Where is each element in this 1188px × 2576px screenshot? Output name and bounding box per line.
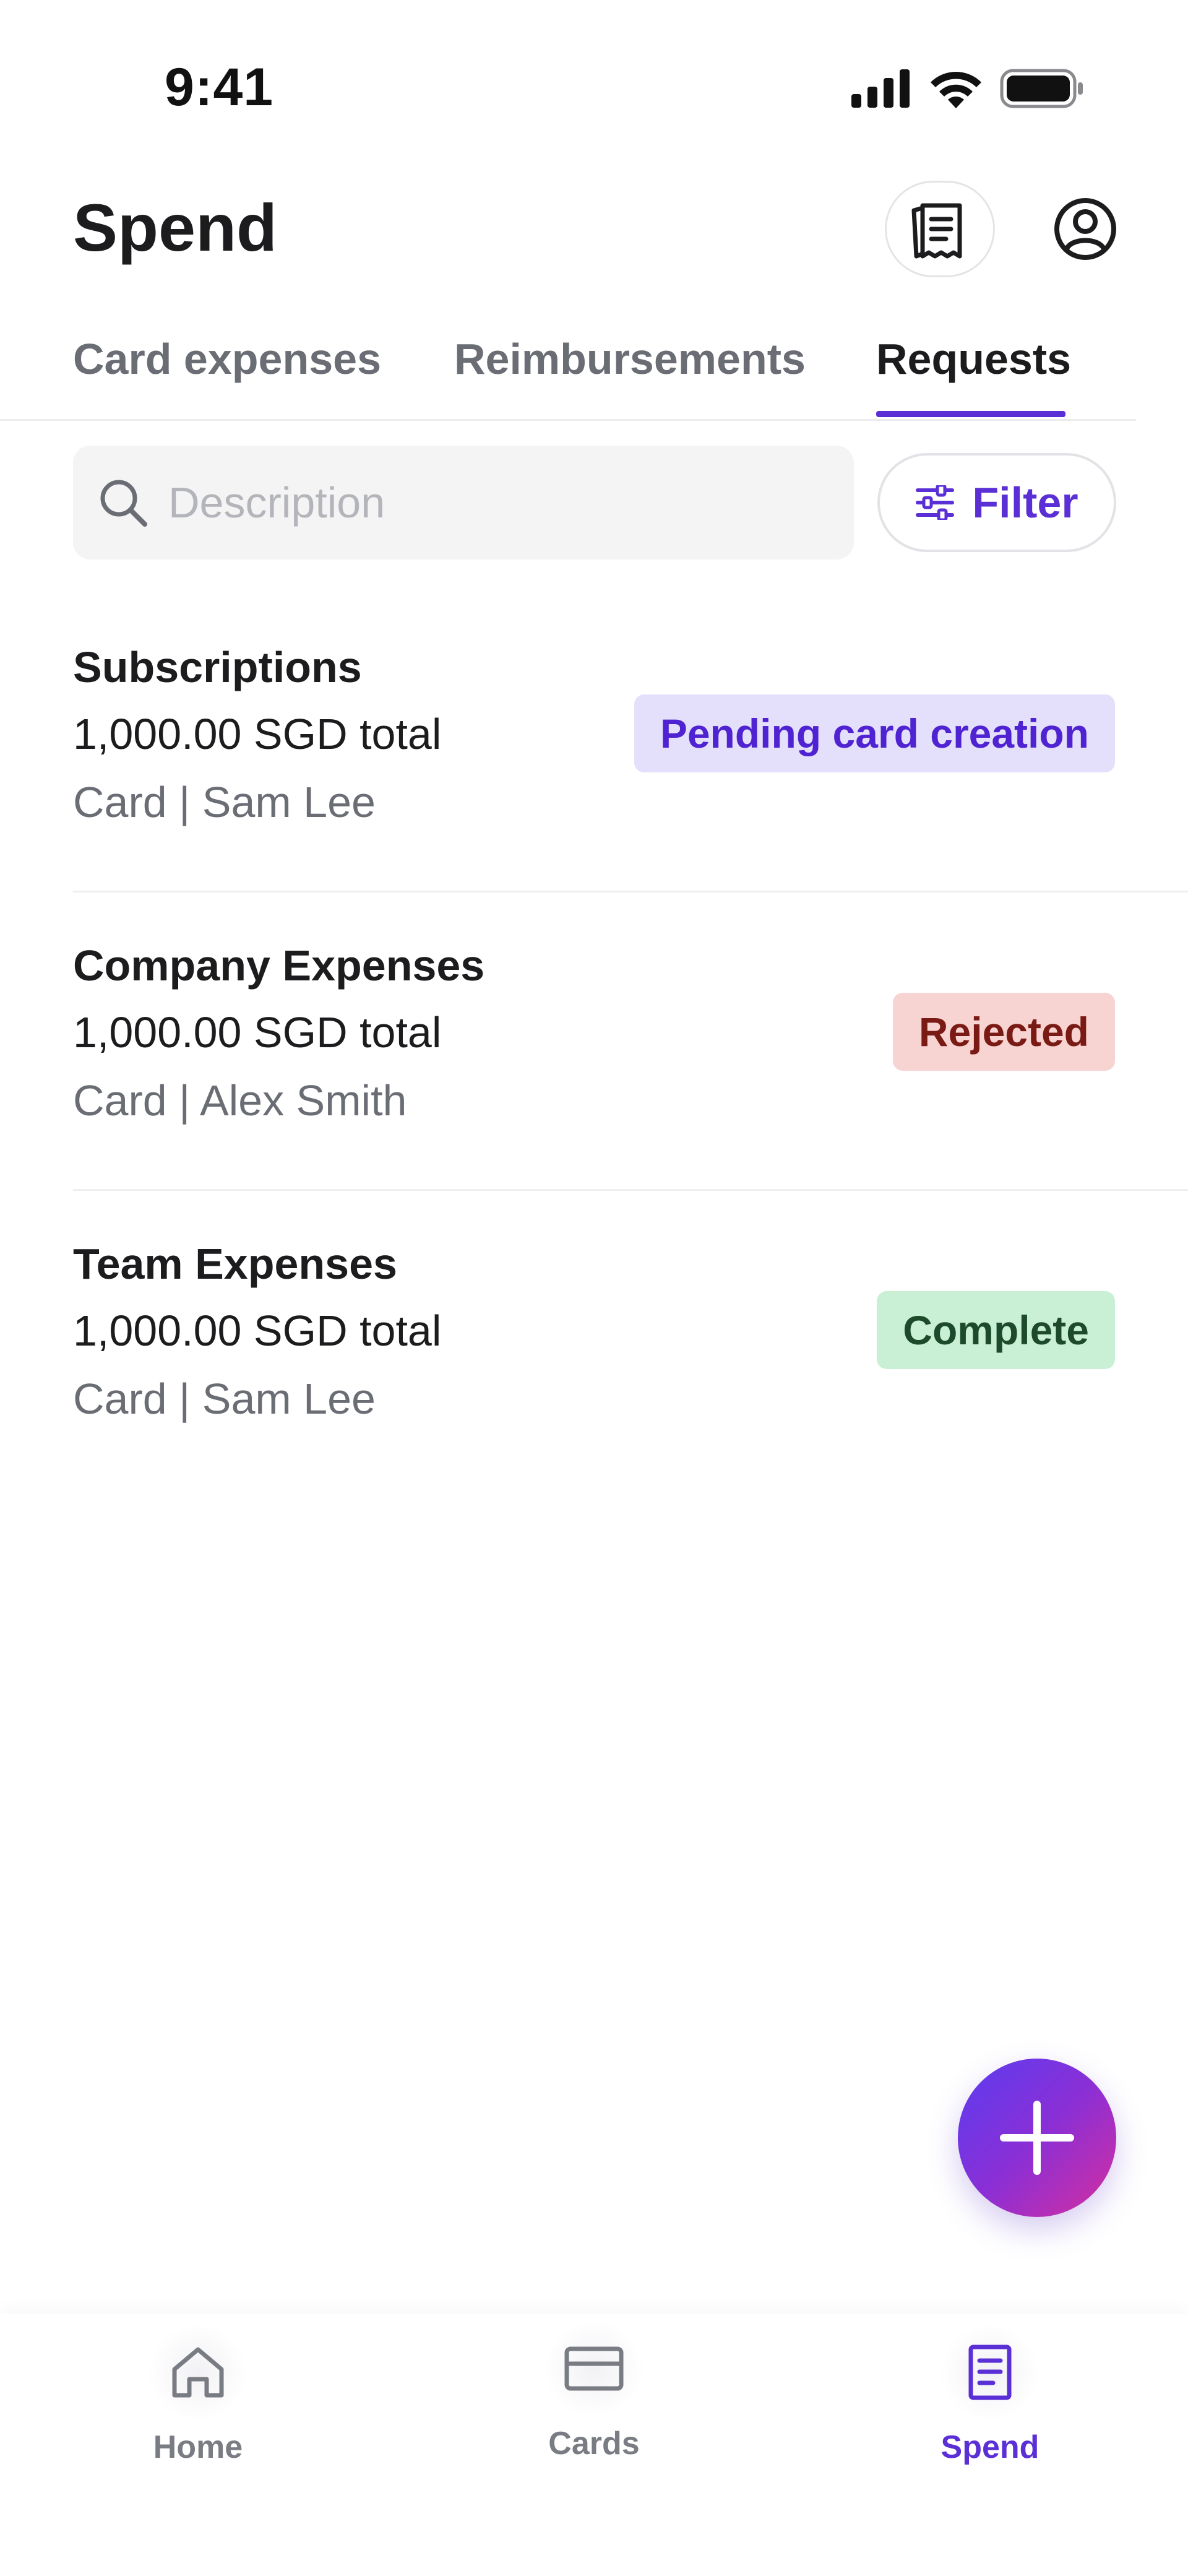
request-item[interactable]: Team Expenses 1,000.00 SGD total Card | … — [0, 1191, 1188, 1489]
request-meta: Card | Alex Smith — [73, 1076, 407, 1125]
sliders-icon — [916, 485, 955, 520]
request-amount: 1,000.00 SGD total — [73, 1008, 442, 1057]
tab-requests[interactable]: Requests — [876, 334, 1071, 384]
status-badge: Pending card creation — [634, 694, 1115, 772]
tab-bar: Card expenses Reimbursements Requests — [0, 322, 1136, 421]
card-icon — [541, 2322, 647, 2415]
request-item[interactable]: Subscriptions 1,000.00 SGD total Card | … — [0, 594, 1188, 893]
profile-button[interactable] — [1030, 181, 1141, 277]
home-icon — [145, 2326, 251, 2419]
tab-card-expenses[interactable]: Card expenses — [73, 334, 381, 384]
battery-icon — [1000, 69, 1083, 108]
search-box[interactable] — [73, 446, 854, 560]
wifi-icon — [931, 72, 981, 108]
nav-home-label: Home — [153, 2429, 243, 2465]
request-amount: 1,000.00 SGD total — [73, 1307, 442, 1355]
search-icon — [97, 476, 150, 529]
filter-button[interactable]: Filter — [877, 453, 1116, 552]
status-badge: Complete — [877, 1291, 1115, 1369]
nav-home[interactable]: Home — [124, 2326, 272, 2487]
request-item[interactable]: Company Expenses 1,000.00 SGD total Card… — [0, 893, 1188, 1191]
cellular-signal-icon — [851, 69, 910, 108]
user-profile-icon — [1054, 198, 1116, 260]
nav-spend[interactable]: Spend — [916, 2326, 1064, 2487]
request-list: Subscriptions 1,000.00 SGD total Card | … — [0, 594, 1188, 1489]
request-title: Team Expenses — [73, 1240, 397, 1288]
search-input[interactable] — [168, 478, 837, 527]
request-amount: 1,000.00 SGD total — [73, 710, 442, 758]
bottom-nav: Home Cards Spend — [0, 2314, 1188, 2576]
nav-spend-label: Spend — [940, 2429, 1040, 2465]
active-tab-indicator — [876, 411, 1065, 417]
nav-cards[interactable]: Cards — [520, 2322, 668, 2483]
nav-cards-label: Cards — [548, 2426, 640, 2461]
receipt-icon — [911, 203, 962, 259]
tab-reimbursements[interactable]: Reimbursements — [454, 334, 806, 384]
status-time: 9:41 — [165, 58, 274, 117]
receipts-button[interactable] — [885, 181, 995, 277]
status-bar: 9:41 — [0, 0, 1188, 167]
add-request-button[interactable] — [958, 2059, 1116, 2217]
request-title: Company Expenses — [73, 941, 485, 990]
request-title: Subscriptions — [73, 643, 362, 691]
plus-icon — [1000, 2101, 1074, 2175]
filter-label: Filter — [972, 478, 1078, 527]
page-title: Spend — [73, 190, 278, 265]
request-meta: Card | Sam Lee — [73, 1375, 376, 1423]
spend-screen: 9:41 Spend Card expenses Reimbursements … — [0, 0, 1188, 2576]
document-icon — [937, 2326, 1043, 2419]
request-meta: Card | Sam Lee — [73, 778, 376, 826]
status-icons — [851, 67, 1084, 110]
status-badge: Rejected — [892, 993, 1115, 1071]
